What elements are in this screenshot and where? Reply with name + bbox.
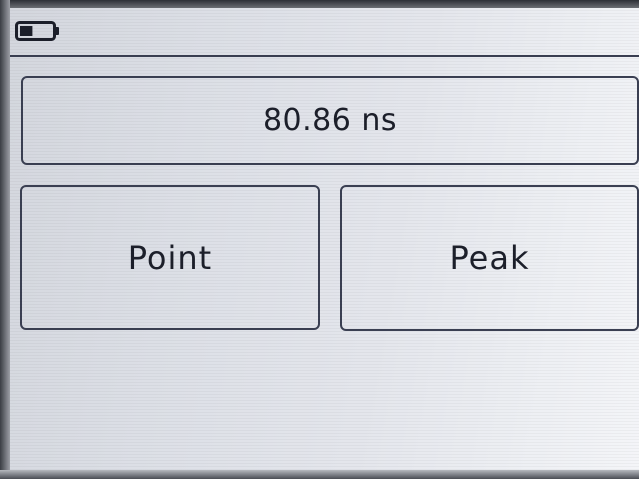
device-screen: 80.86 ns Point Peak	[0, 0, 639, 479]
point-button[interactable]: Point	[20, 185, 320, 330]
status-bar-divider	[10, 55, 639, 57]
battery-icon	[15, 21, 61, 41]
peak-button-label: Peak	[449, 239, 530, 277]
bezel-left	[0, 0, 10, 479]
measurement-value: 80.86 ns	[262, 103, 398, 138]
bezel-bottom	[0, 470, 639, 479]
measurement-readout: 80.86 ns	[21, 76, 639, 165]
point-button-label: Point	[127, 238, 213, 277]
peak-button[interactable]: Peak	[340, 185, 639, 331]
bezel-top	[0, 0, 639, 8]
